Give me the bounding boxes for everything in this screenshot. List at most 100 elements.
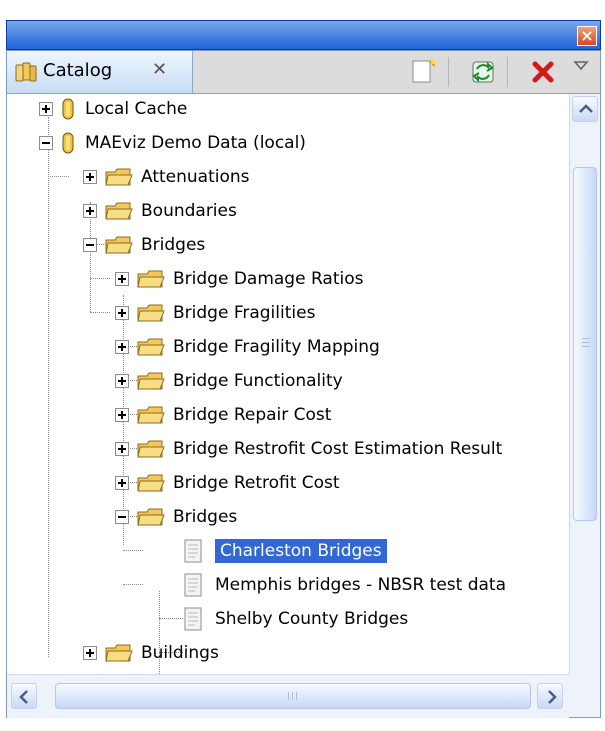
view-menu-icon[interactable] [571,56,591,76]
tree-guide-line [48,117,49,657]
tree-item-label: Bridge Damage Ratios [173,269,364,289]
tree-item-shelby-county-bridges[interactable]: Shelby County Bridges [183,602,408,636]
expand-icon[interactable] [115,272,129,286]
tab-catalog[interactable]: Catalog ✕ [7,51,193,93]
collapse-icon[interactable] [83,238,97,252]
expand-icon[interactable] [115,442,129,456]
scroll-grip [582,338,590,339]
tree-item-bridge-functionality[interactable]: Bridge Functionality [115,364,343,398]
tree-item-label: Shelby County Bridges [215,609,409,629]
folder-icon [137,338,165,356]
delete-icon[interactable] [529,58,557,86]
catalog-icon [15,62,37,82]
tree-item-attenuations[interactable]: Attenuations [83,160,250,194]
tree-item-label: Attenuations [141,167,250,187]
tree-item-bridge-restrofit-cost-estimation-result[interactable]: Bridge Restrofit Cost Estimation Result [115,432,502,466]
folder-icon [105,202,133,220]
chevron-left-icon [19,690,28,704]
tab-label: Catalog [43,60,113,81]
tab-close-icon[interactable]: ✕ [152,59,167,80]
horizontal-scrollbar[interactable] [7,674,569,718]
close-icon: × [580,26,594,45]
expand-icon[interactable] [115,374,129,388]
folder-icon [105,236,133,254]
tree-item-label: Bridge Retrofit Cost [173,473,340,493]
expand-icon[interactable] [115,340,129,354]
catalog-tree: Local Cache MAEviz Demo Data (local) Att… [7,94,569,674]
tree-item-charleston-bridges[interactable]: Charleston Bridges [183,534,387,568]
tree-item-label: Charleston Bridges [215,539,387,563]
tree-item-bridge-repair-cost[interactable]: Bridge Repair Cost [115,398,331,432]
tree-item-memphis-bridges[interactable]: Memphis bridges - NBSR test data [183,568,506,602]
folder-icon [137,372,165,390]
tree-branch-line [123,550,143,551]
tree-item-bridges-group[interactable]: Bridges [83,228,205,262]
horizontal-scroll-thumb[interactable] [55,683,531,709]
tree-branch-line [159,618,183,619]
tree-item-bridge-retrofit-cost[interactable]: Bridge Retrofit Cost [115,466,340,500]
tree-branch-line [90,278,110,279]
tree-item-label: Bridge Fragility Mapping [173,337,380,357]
tree-item-bridge-damage-ratios[interactable]: Bridge Damage Ratios [115,262,363,296]
tree-item-bridge-fragilities[interactable]: Bridge Fragilities [115,296,315,330]
folder-icon [137,304,165,322]
scroll-grip [288,692,289,700]
expand-icon[interactable] [115,306,129,320]
expand-icon[interactable] [83,646,97,660]
folder-icon [137,406,165,424]
toolbar-separator [448,57,449,87]
tree-item-label: Bridge Restrofit Cost Estimation Result [173,439,503,459]
tree-item-bridge-fragility-mapping[interactable]: Bridge Fragility Mapping [115,330,380,364]
tree-item-label: Bridges [173,507,238,527]
refresh-icon[interactable] [469,58,497,86]
tree-item-bridges-folder[interactable]: Bridges [115,500,237,534]
scroll-grip [292,692,293,700]
scroll-right-button[interactable] [537,683,563,709]
tree-item-label: Local Cache [85,99,188,119]
catalog-view: Catalog ✕ Local Cache MAEviz Demo Data (… [6,50,601,718]
tree-item-label: Bridge Repair Cost [173,405,332,425]
expand-icon[interactable] [39,102,53,116]
folder-icon [105,168,133,186]
view-tab-bar: Catalog ✕ [7,51,600,94]
folder-icon [105,644,133,662]
database-icon [62,132,74,154]
chevron-right-icon [548,690,557,704]
new-catalog-icon[interactable] [409,58,437,86]
database-icon [62,98,74,120]
scrollbar-corner [569,674,599,717]
expand-icon[interactable] [83,170,97,184]
expand-icon[interactable] [115,408,129,422]
catalog-window: × Catalog ✕ Local Cache MAEviz Demo Data… [0,0,605,731]
scroll-grip [582,342,590,343]
window-close-button[interactable]: × [577,26,597,46]
scroll-left-button[interactable] [11,683,37,709]
scroll-grip [582,346,590,347]
tree-branch-line [90,312,110,313]
document-icon [184,607,202,631]
folder-icon [137,440,165,458]
expand-icon[interactable] [83,204,97,218]
tree-branch-line [123,584,143,585]
collapse-icon[interactable] [39,136,53,150]
tree-item-label: Boundaries [141,201,237,221]
document-icon [184,539,202,563]
expand-icon[interactable] [115,476,129,490]
scroll-up-button[interactable] [572,96,598,122]
window-title-bar: × [6,20,601,50]
folder-icon [137,270,165,288]
vertical-scroll-thumb[interactable] [573,167,597,521]
tree-item-label: Bridge Functionality [173,371,343,391]
tree-item-local-cache[interactable]: Local Cache [39,94,187,126]
vertical-scrollbar[interactable] [569,94,600,717]
tree-item-buildings[interactable]: Buildings [83,636,219,670]
tree-item-maeviz-demo-data[interactable]: MAEviz Demo Data (local) [39,126,306,160]
tree-item-label: Bridge Fragilities [173,303,316,323]
tree-item-label: MAEviz Demo Data (local) [85,133,306,153]
tree-item-label: Bridges [141,235,206,255]
collapse-icon[interactable] [115,510,129,524]
tree-item-boundaries[interactable]: Boundaries [83,194,237,228]
toolbar-separator [507,57,508,87]
folder-icon [137,508,165,526]
tree-item-label: Memphis bridges - NBSR test data [215,575,507,595]
